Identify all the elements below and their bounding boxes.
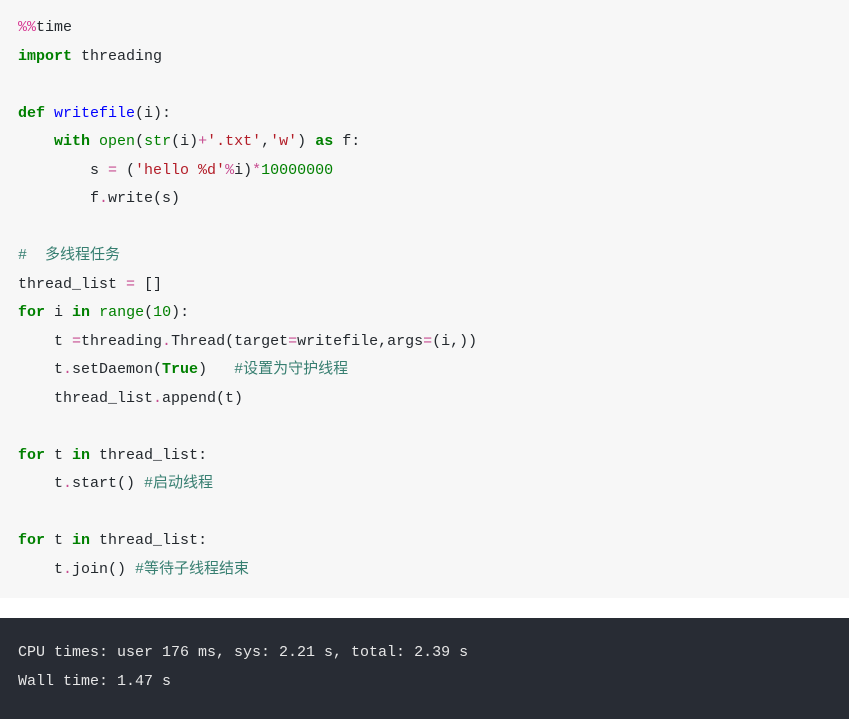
op-dot: .	[63, 361, 72, 378]
paren: )	[198, 361, 234, 378]
magic-name: time	[36, 19, 72, 36]
paren: ):	[171, 304, 189, 321]
num-ten: 10	[153, 304, 171, 321]
op-dot: .	[162, 333, 171, 350]
mod: threading	[81, 333, 162, 350]
fn-open: open	[99, 133, 135, 150]
paren: (	[135, 133, 144, 150]
op-eq: =	[423, 333, 432, 350]
indent: t	[18, 333, 72, 350]
var: thread_list	[18, 276, 126, 293]
var: f:	[333, 133, 360, 150]
comment-join: #等待子线程结束	[135, 561, 249, 578]
module-name: threading	[72, 48, 162, 65]
kw-import: import	[18, 48, 72, 65]
sp	[90, 304, 99, 321]
op-mul: *	[252, 162, 261, 179]
output-walltime: Wall time: 1.47 s	[18, 673, 171, 690]
bool-true: True	[162, 361, 198, 378]
num-tenmil: 10000000	[261, 162, 333, 179]
output-cputimes: CPU times: user 176 ms, sys: 2.21 s, tot…	[18, 644, 468, 661]
op-eq: =	[72, 333, 81, 350]
op-dot: .	[99, 190, 108, 207]
kw-for: for	[18, 304, 45, 321]
arg: (i)	[171, 133, 198, 150]
output-cell: CPU times: user 176 ms, sys: 2.21 s, tot…	[0, 618, 849, 719]
fn-writefile: writefile	[54, 105, 135, 122]
op-dot: .	[153, 390, 162, 407]
paren: (	[117, 162, 135, 179]
var: thread_list:	[90, 532, 207, 549]
code-cell: %%time import threading def writefile(i)…	[0, 0, 849, 598]
kw-for: for	[18, 532, 45, 549]
paren: )	[297, 133, 315, 150]
list-lit: []	[135, 276, 162, 293]
indent: t	[18, 361, 63, 378]
call-append: append(t)	[162, 390, 243, 407]
fn-range: range	[99, 304, 144, 321]
str-ext: '.txt'	[207, 133, 261, 150]
var: t	[45, 532, 72, 549]
op-dot: .	[63, 561, 72, 578]
kw-in: in	[72, 304, 90, 321]
comment-daemon: #设置为守护线程	[234, 361, 348, 378]
op-plus: +	[198, 133, 207, 150]
paren: (	[144, 304, 153, 321]
str-hello: 'hello %d'	[135, 162, 225, 179]
var: i	[45, 304, 72, 321]
indent: s	[18, 162, 108, 179]
tuple: (i,))	[432, 333, 477, 350]
op-eq: =	[108, 162, 117, 179]
indent: t	[18, 561, 63, 578]
op-eq: =	[288, 333, 297, 350]
call-join: join()	[72, 561, 135, 578]
comma: ,	[261, 133, 270, 150]
call-write: write(s)	[108, 190, 180, 207]
kw-in: in	[72, 532, 90, 549]
kw-for: for	[18, 447, 45, 464]
var: i)	[234, 162, 252, 179]
op-dot: .	[63, 475, 72, 492]
params: (i):	[135, 105, 171, 122]
op-eq: =	[126, 276, 135, 293]
indent: t	[18, 475, 63, 492]
magic-percent: %%	[18, 19, 36, 36]
op-mod: %	[225, 162, 234, 179]
str-mode: 'w'	[270, 133, 297, 150]
kw-def: def	[18, 105, 45, 122]
var: thread_list:	[90, 447, 207, 464]
indent: f	[18, 190, 99, 207]
call-start: start()	[72, 475, 144, 492]
comment-start: #启动线程	[144, 475, 213, 492]
kw-with: with	[54, 133, 90, 150]
var: t	[45, 447, 72, 464]
sp	[90, 133, 99, 150]
kw-as: as	[315, 133, 333, 150]
fn-str: str	[144, 133, 171, 150]
indent: thread_list	[18, 390, 153, 407]
call: Thread(target	[171, 333, 288, 350]
args: writefile,args	[297, 333, 423, 350]
kw-in: in	[72, 447, 90, 464]
sp	[45, 105, 54, 122]
call: setDaemon(	[72, 361, 162, 378]
comment-mt: # 多线程任务	[18, 247, 120, 264]
indent	[18, 133, 54, 150]
